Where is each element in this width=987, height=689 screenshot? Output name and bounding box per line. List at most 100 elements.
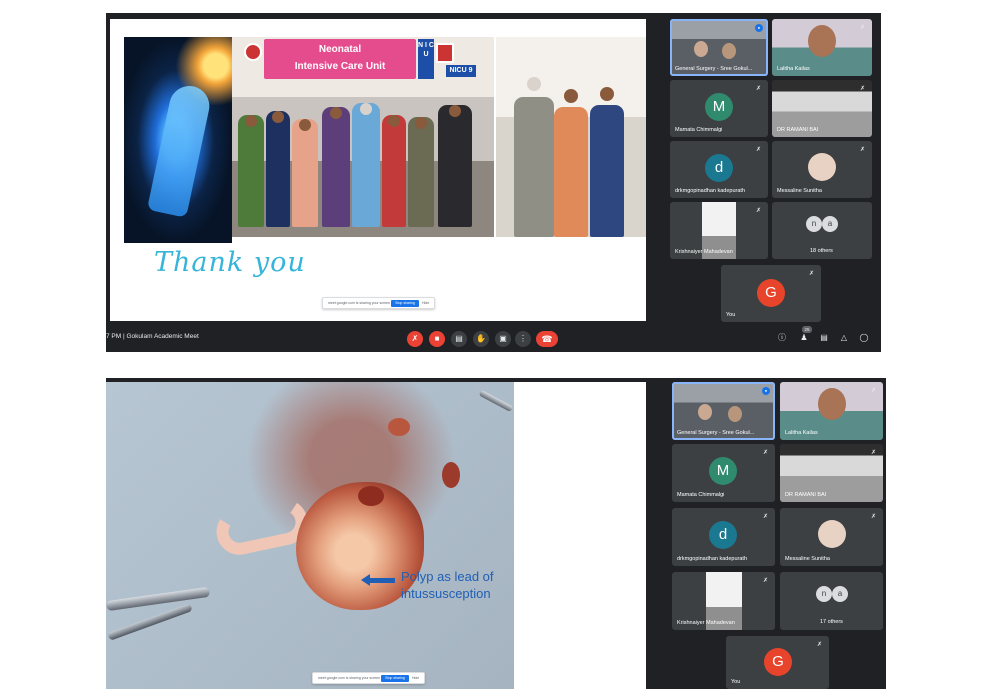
meeting-separator: | [122,333,125,340]
present-icon[interactable]: ▣ [495,331,511,347]
mic-off-icon: ✗ [756,86,762,92]
speaking-indicator-icon: ● [755,24,763,32]
mic-off-icon: ✗ [756,208,762,214]
participant-name: You [731,679,741,685]
camera-off-icon[interactable]: ■ [429,331,445,347]
team-member [438,105,472,227]
participant-tile-ramani-bai[interactable]: ✗ DR RAMANI BAI [772,80,872,137]
avatar-a: a [832,586,848,602]
stop-sharing-button[interactable]: Stop sharing [391,300,419,307]
hospital-emblem-2 [436,43,454,63]
share-bar-text: meet.google.com is sharing your screen [328,301,391,305]
participant-tile-general-surgery[interactable]: ● General Surgery - Sree Gokul... [672,382,775,440]
participant-face [728,406,742,422]
participant-face [818,388,846,420]
nicu-sign: Neonatal Intensive Care Unit [264,39,416,79]
mic-off-icon: ✗ [871,514,877,520]
participant-tile-others[interactable]: n a 18 others [772,202,872,259]
team-member [322,107,350,227]
participant-tile-general-surgery[interactable]: ● General Surgery - Sree Gokul... [670,19,768,76]
hide-share-bar-button[interactable]: Hide [422,301,429,305]
participant-tile-lalitha-kailas[interactable]: ✗ Lalitha Kailas [780,382,883,440]
participant-name: General Surgery - Sree Gokul... [677,430,755,436]
participant-tile-krishnaiyer[interactable]: ✗ Krishnaiyer Mahadevan [672,572,775,630]
participant-photo [808,153,836,181]
avatar-n: n [806,216,822,232]
mic-off-icon[interactable]: ✗ [407,331,423,347]
others-count: 17 others [820,619,843,625]
mic-off-icon: ✗ [860,25,866,31]
team-member [238,115,264,227]
mic-off-icon: ✗ [756,147,762,153]
participant-tile-krishnaiyer[interactable]: ✗ Krishnaiyer Mahadevan [670,202,768,259]
doctors-photo [496,37,646,237]
more-options-icon[interactable]: ⋮ [515,331,531,347]
thank-you-text: Thank you [154,247,306,278]
chat-icon[interactable]: ▤ [818,332,830,344]
participant-tile-drkmgopinadhan[interactable]: d ✗ drkmgopinadhan kadepurath [670,141,768,198]
participant-name: drkmgopinadhan kadepurath [677,556,748,562]
participant-tile-you[interactable]: G ✗ You [721,265,821,322]
stop-sharing-button[interactable]: Stop sharing [381,675,409,682]
participant-tile-you[interactable]: G ✗ You [726,636,829,689]
participant-tile-messaline[interactable]: ✗ Messaline Sunitha [772,141,872,198]
participant-tile-messaline[interactable]: ✗ Messaline Sunitha [780,508,883,566]
participant-name: Messaline Sunitha [777,188,822,194]
polyp-annotation: Polyp as lead of intussusception [401,568,494,602]
share-bar-text: meet.google.com is sharing your screen [318,676,381,680]
meet-window-bottom: Polyp as lead of intussusception meet.go… [106,378,886,689]
participant-face [694,41,708,57]
participant-tile-ramani-bai[interactable]: ✗ DR RAMANI BAI [780,444,883,502]
people-icon[interactable]: ♟ [798,332,810,344]
participant-tile-mamata[interactable]: M ✗ Mamata Chimmalgi [672,444,775,502]
avatar-g: G [764,648,792,676]
mic-off-icon: ✗ [763,450,769,456]
doctor-head [527,77,541,91]
team-member-head [245,115,257,127]
avatar-d: d [705,154,733,182]
end-call-icon[interactable]: ☎ [536,331,558,347]
host-controls-icon[interactable]: ◯ [858,332,870,344]
mic-off-icon: ✗ [860,86,866,92]
participant-tile-drkmgopinadhan[interactable]: d ✗ drkmgopinadhan kadepurath [672,508,775,566]
blood-clot [388,418,410,436]
nicu-sign-line2: Intensive Care Unit [294,61,386,72]
raise-hand-icon[interactable]: ✋ [473,331,489,347]
avatar-m: M [709,457,737,485]
surgical-specimen-photo: Polyp as lead of intussusception [106,382,514,689]
mic-off-icon: ✗ [817,642,823,648]
participant-name: Krishnaiyer Mahadevan [675,249,733,255]
captions-icon[interactable]: ▤ [451,331,467,347]
avatar-a: a [822,216,838,232]
participant-name: DR RAMANI BAI [785,492,827,498]
mic-off-icon: ✗ [871,450,877,456]
team-member [292,119,318,227]
activities-icon[interactable]: △ [838,332,850,344]
participant-name: Lalitha Kailas [785,430,818,436]
participant-name: Messaline Sunitha [785,556,830,562]
team-member-head [272,111,284,123]
forceps-top [478,389,514,413]
screen-share-bar: meet.google.com is sharing your screen S… [312,672,425,684]
mic-off-icon: ✗ [809,271,815,277]
nicu-wing-sign: NICU 9 [446,65,476,77]
participant-name: Krishnaiyer Mahadevan [677,620,735,626]
meet-toolbar: 7 PM | Gokulam Academic Meet ✗ ■ ▤ ✋ ▣ ⋮… [106,325,881,352]
nicu-side-sign: N I C U [418,39,434,79]
hide-share-bar-button[interactable]: Hide [412,676,419,680]
team-member-head [330,107,342,119]
participant-name: DR RAMANI BAI [777,127,819,133]
participant-tile-mamata[interactable]: M ✗ Mamata Chimmalgi [670,80,768,137]
blood-clot [358,486,384,506]
annotation-line-1: Polyp as lead of [401,569,494,584]
nicu-team-photo: Neonatal Intensive Care Unit N I C U NIC… [232,37,494,237]
info-icon[interactable]: ⓘ [776,332,788,344]
mic-off-icon: ✗ [763,578,769,584]
screen-share-bar: meet.google.com is sharing your screen S… [322,297,435,309]
participant-tile-lalitha-kailas[interactable]: ✗ Lalitha Kailas [772,19,872,76]
team-member-head [388,115,400,127]
mic-off-icon: ✗ [763,514,769,520]
team-member [408,117,434,227]
participant-name: You [726,312,736,318]
participant-tile-others[interactable]: n a 17 others [780,572,883,630]
